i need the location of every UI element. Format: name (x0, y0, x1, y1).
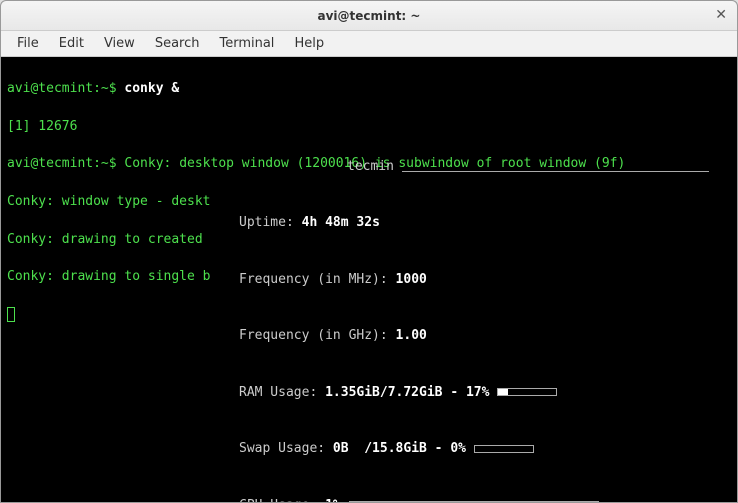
close-icon[interactable]: ✕ (715, 7, 727, 23)
freq-ghz-label: Frequency (in GHz): (239, 328, 396, 343)
menu-terminal[interactable]: Terminal (209, 32, 284, 55)
menu-help[interactable]: Help (284, 32, 334, 55)
freq-mhz-value: 1000 (396, 272, 427, 287)
menu-view[interactable]: View (94, 32, 145, 55)
menubar: File Edit View Search Terminal Help (1, 31, 737, 57)
cpu-label: CPU Usage: (239, 498, 325, 502)
hostname: tecmin (347, 158, 394, 177)
menu-edit[interactable]: Edit (49, 32, 94, 55)
freq-mhz-label: Frequency (in MHz): (239, 272, 396, 287)
window-titlebar: avi@tecmint: ~ ✕ (1, 1, 737, 31)
prompt: avi@tecmint:~$ (7, 81, 124, 96)
uptime-label: Uptime: (239, 215, 302, 230)
menu-file[interactable]: File (7, 32, 49, 55)
cpu-bar (349, 501, 599, 502)
cpu-value: 1% (325, 498, 341, 502)
menu-search[interactable]: Search (145, 32, 210, 55)
ram-label: RAM Usage: (239, 385, 325, 400)
divider (402, 171, 709, 172)
terminal-viewport[interactable]: avi@tecmint:~$ conky & [1] 12676 avi@tec… (1, 57, 737, 502)
window-title: avi@tecmint: ~ (318, 9, 421, 23)
freq-ghz-value: 1.00 (396, 328, 427, 343)
prompt: avi@tecmint:~$ (7, 156, 124, 171)
uptime-value: 4h 48m 32s (302, 215, 380, 230)
cursor-icon (7, 307, 15, 322)
ram-value: 1.35GiB/7.72GiB - 17% (325, 385, 489, 400)
swap-bar (474, 445, 534, 453)
ram-bar (497, 388, 557, 396)
command: conky & (124, 81, 179, 96)
swap-value: 0B /15.8GiB - 0% (333, 441, 466, 456)
conky-overlay: tecmin Uptime: 4h 48m 32s Frequency (in … (239, 120, 709, 502)
swap-label: Swap Usage: (239, 441, 333, 456)
